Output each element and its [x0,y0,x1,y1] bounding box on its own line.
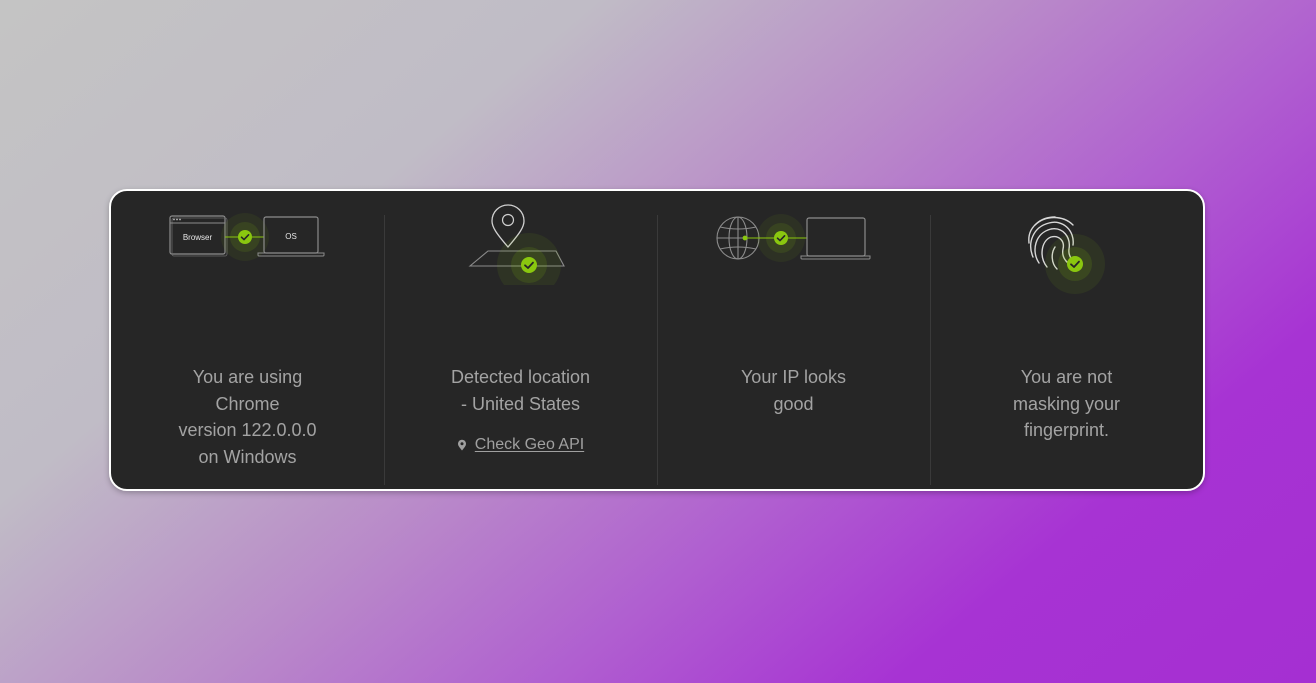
status-card: Browser OS You are using Chrome version … [109,189,1205,491]
browser-os-check-icon: Browser OS [168,213,324,261]
location-status-text: Detected location - United States [384,364,657,417]
ip-status-text: Your IP looks good [657,364,930,417]
fingerprint-status-text: You are not masking your fingerprint. [930,364,1203,444]
text-line: Your IP looks [740,367,847,387]
text-line: - United States [460,393,581,414]
browser-panel: Browser OS You are using Chrome version … [111,191,384,489]
text-line: version 122.0.0.0 [178,420,317,440]
text-line: You are using [192,367,303,387]
text-line: fingerprint. [1023,420,1110,440]
text-line: You are not [1020,367,1113,387]
browser-status-text: You are using Chrome version 122.0.0.0 o… [111,364,384,470]
ip-globe-check-icon [715,214,870,262]
browser-label: Browser [182,233,212,242]
location-panel: Detected location - United States Check … [384,191,657,489]
check-geo-api-link[interactable]: Check Geo API [475,436,584,454]
location-check-icon [467,204,565,285]
text-line: masking your [1012,393,1121,414]
geo-api-link-row: Check Geo API [384,436,657,454]
os-label: OS [285,232,297,241]
location-pin-icon [457,439,466,451]
text-line: Chrome [215,393,280,414]
fingerprint-check-icon [1027,216,1105,294]
text-line: Detected location [450,367,591,387]
ip-panel: Your IP looks good [657,191,930,489]
fingerprint-panel: You are not masking your fingerprint. [930,191,1203,489]
text-line: on Windows [198,446,297,467]
text-line: good [773,393,814,414]
